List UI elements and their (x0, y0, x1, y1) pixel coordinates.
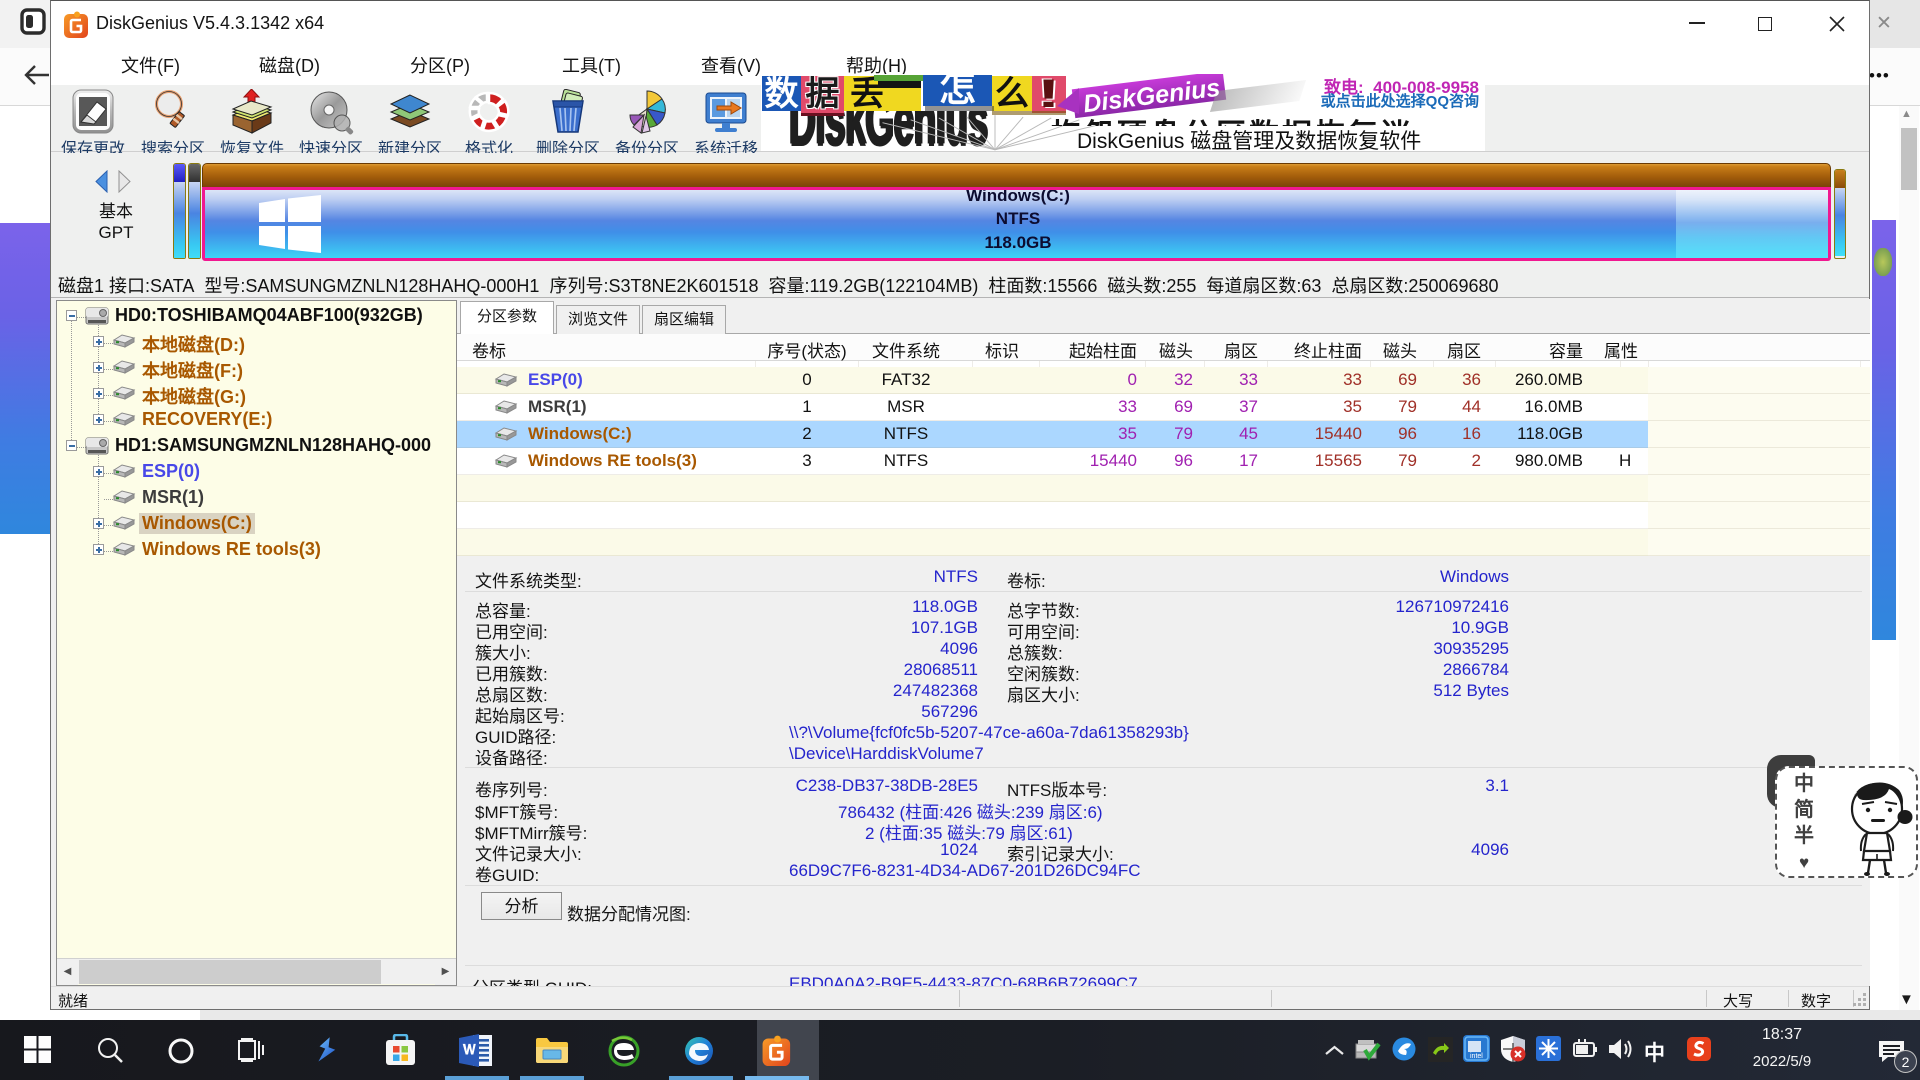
svg-text:intel: intel (1470, 1053, 1483, 1060)
